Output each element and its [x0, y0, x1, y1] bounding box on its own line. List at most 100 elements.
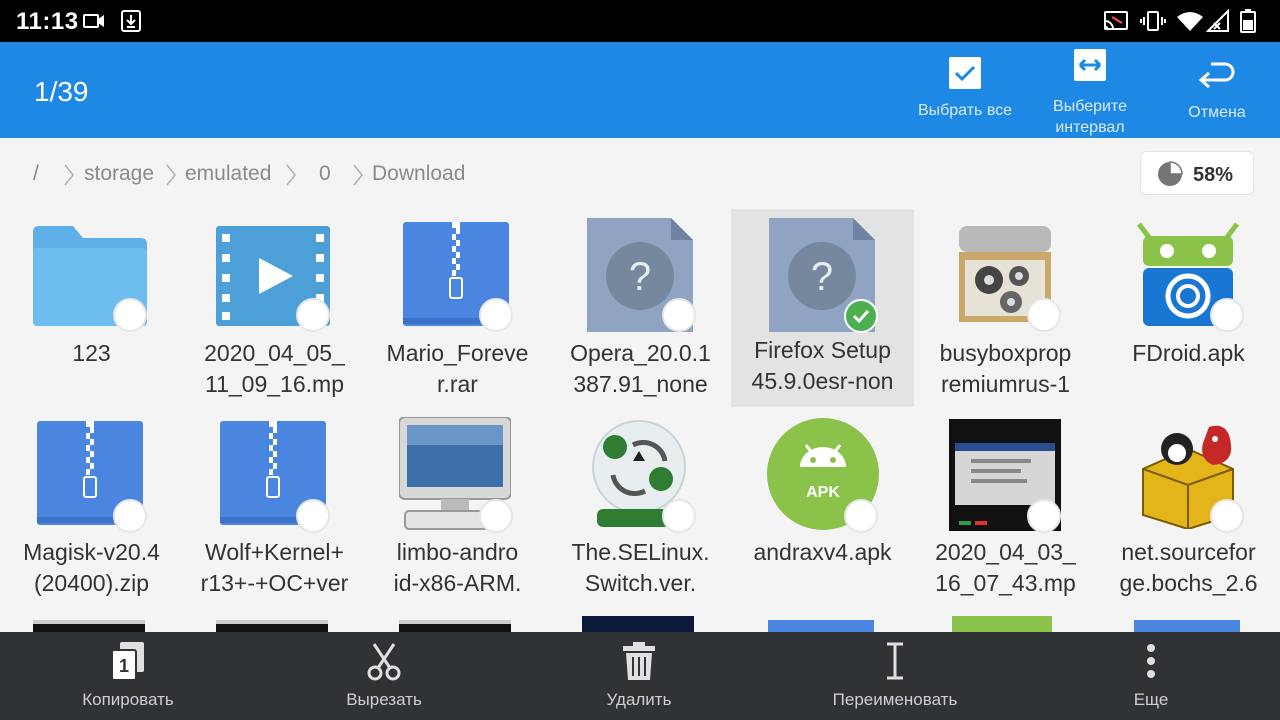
download-notification-icon [120, 9, 142, 33]
selection-checkbox[interactable] [479, 298, 513, 332]
rename-icon [887, 642, 903, 680]
copy-label: Копировать [82, 690, 174, 709]
rename-button[interactable]: Переименовать [767, 632, 1023, 720]
file-name-line2: r13+-+OC+ver [200, 570, 349, 596]
file-tile[interactable]: limbo-andro id-x86-ARM. [366, 409, 549, 607]
file-name-line1: FDroid.apk [1132, 340, 1245, 366]
file-name-line2: id-x86-ARM. [393, 570, 522, 596]
file-tile[interactable]: 2020_04_05_ 11_09_16.mp [183, 210, 366, 408]
bottom-action-bar: 1 Копировать Вырезать Удалить Переименов… [0, 632, 1280, 720]
selection-checkbox[interactable] [296, 298, 330, 332]
file-name-line2: remiumrus-1 [940, 371, 1071, 397]
select-all-icon [949, 57, 981, 89]
selection-checkbox[interactable] [113, 298, 147, 332]
file-tile[interactable]: ? Opera_20.0.1 387.91_none [549, 210, 732, 408]
chevron-right-icon [286, 164, 296, 186]
file-name-line2: ge.bochs_2.6 [1119, 570, 1258, 596]
file-name-line1: andraxv4.apk [753, 539, 892, 565]
chevron-right-icon [64, 164, 74, 186]
select-all-button[interactable]: Выбрать все [905, 42, 1025, 138]
cut-label: Вырезать [346, 690, 422, 709]
select-interval-button[interactable]: Выберите интервал [1035, 42, 1145, 138]
selection-checkbox[interactable] [844, 499, 878, 533]
svg-text:APK: APK [806, 484, 840, 501]
selection-checkbox[interactable] [296, 499, 330, 533]
file-name-line2: 387.91_none [573, 371, 708, 397]
file-name-line2: (20400).zip [33, 570, 150, 596]
svg-text:1: 1 [119, 656, 129, 676]
copy-button[interactable]: 1 Копировать [0, 632, 256, 720]
file-tile[interactable]: 123 [0, 210, 183, 408]
file-name-line1: 2020_04_03_ [935, 539, 1076, 565]
breadcrumb-0[interactable]: 0 [319, 162, 331, 186]
wifi-icon [1176, 9, 1204, 33]
file-name-line1: Mario_Foreve [386, 340, 529, 366]
file-tile[interactable]: Wolf+Kernel+ r13+-+OC+ver [183, 409, 366, 607]
cut-button[interactable]: Вырезать [256, 632, 512, 720]
file-tile[interactable]: Magisk-v20.4 (20400).zip [0, 409, 183, 607]
selection-checkbox[interactable] [662, 499, 696, 533]
svg-text:?: ? [629, 255, 651, 299]
more-label: Еще [1133, 690, 1169, 709]
file-name-line1: Firefox Setup [754, 337, 891, 363]
file-tile[interactable]: FDroid.apk [1097, 210, 1280, 408]
file-name-line1: 123 [72, 340, 111, 366]
file-tile[interactable]: net.sourcefor ge.bochs_2.6 [1097, 409, 1280, 607]
signal-icon [1206, 9, 1230, 33]
breadcrumb-storage[interactable]: storage [84, 162, 154, 186]
copy-icon: 1 [111, 642, 144, 681]
selection-checkbox[interactable] [1027, 298, 1061, 332]
selection-checkbox[interactable] [1027, 499, 1061, 533]
video-camera-icon [82, 9, 106, 33]
selection-checkbox[interactable] [1210, 298, 1244, 332]
file-name-line1: Magisk-v20.4 [23, 539, 160, 565]
file-name-line1: 2020_04_05_ [204, 340, 345, 366]
svg-text:?: ? [811, 255, 833, 299]
storage-usage-button[interactable]: 58% [1140, 151, 1254, 195]
file-name-line2: 45.9.0esr-non [751, 368, 894, 394]
file-name-line2: r.rar [437, 371, 478, 397]
file-name-line1: The.SELinux. [571, 539, 710, 565]
file-tile[interactable]: The.SELinux. Switch.ver. [549, 409, 732, 607]
vibrate-icon [1140, 9, 1166, 33]
breadcrumb-download[interactable]: Download [372, 162, 465, 186]
delete-label: Удалить [606, 690, 672, 709]
file-tile[interactable]: Mario_Foreve r.rar [366, 210, 549, 408]
more-icon [1147, 644, 1155, 678]
selection-toolbar: 1/39 Выбрать все Выберите интервал Отмен… [0, 42, 1280, 138]
file-tile[interactable]: APK andraxv4.apk [731, 409, 914, 607]
pie-chart-icon [1158, 161, 1183, 186]
file-name-line2: 16_07_43.mp [935, 570, 1076, 596]
file-name-line1: Opera_20.0.1 [570, 340, 711, 366]
archive-icon [768, 620, 874, 632]
clock: 11:13 [16, 8, 79, 35]
chevron-right-icon [353, 164, 363, 186]
selection-checkbox[interactable] [113, 499, 147, 533]
battery-icon [1240, 9, 1256, 33]
select-interval-label-line1: Выберите [1053, 98, 1127, 115]
cut-icon [367, 643, 401, 681]
file-name-line1: busyboxprop [939, 340, 1072, 366]
selection-checkbox[interactable] [479, 499, 513, 533]
selection-counter: 1/39 [34, 76, 89, 107]
chevron-right-icon [166, 164, 176, 186]
file-tile[interactable]: busyboxprop remiumrus-1 [914, 210, 1097, 408]
file-tile[interactable]: 2020_04_03_ 16_07_43.mp [914, 409, 1097, 607]
select-interval-icon [1074, 49, 1106, 81]
file-tile-selected[interactable]: ? Firefox Setup 45.9.0esr-non [731, 209, 914, 407]
check-icon [852, 309, 870, 324]
more-button[interactable]: Еще [1023, 632, 1279, 720]
selection-checkbox-checked[interactable] [844, 299, 878, 333]
breadcrumb-root[interactable]: / [33, 162, 39, 186]
select-all-label: Выбрать все [917, 102, 1013, 119]
delete-button[interactable]: Удалить [511, 632, 767, 720]
selection-checkbox[interactable] [662, 298, 696, 332]
selection-checkbox[interactable] [1210, 499, 1244, 533]
cast-icon [1102, 9, 1130, 33]
video-thumbnail-icon [399, 620, 511, 632]
video-thumbnail-icon [33, 620, 145, 632]
file-manager-screen: 11:13 1/39 Выбрать все Выберите интервал… [0, 0, 1280, 720]
cancel-button[interactable]: Отмена [1170, 42, 1264, 138]
file-name-line1: net.sourcefor [1121, 539, 1256, 565]
breadcrumb-emulated[interactable]: emulated [185, 162, 271, 186]
